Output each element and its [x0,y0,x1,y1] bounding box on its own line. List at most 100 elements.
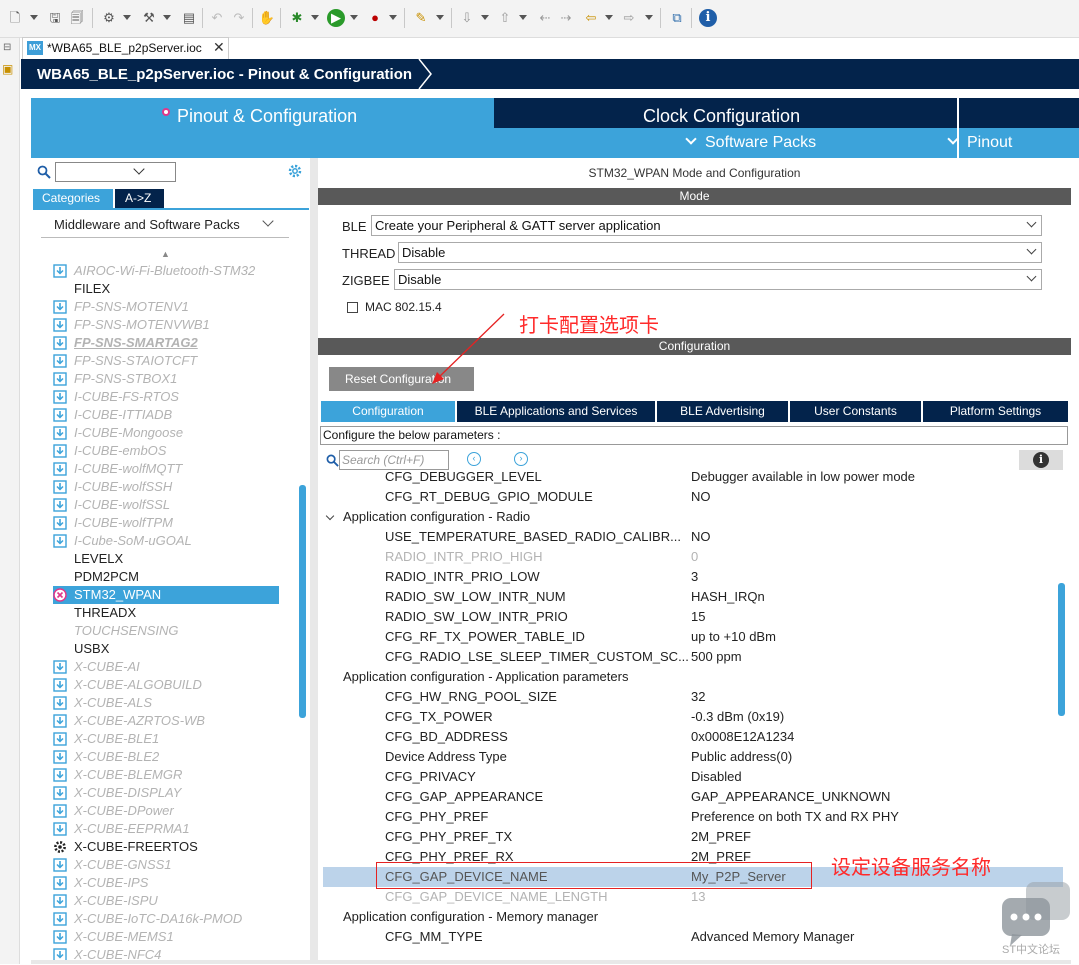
parameter-value[interactable]: Public address(0) [691,749,792,764]
parameter-row[interactable]: CFG_RF_TX_POWER_TABLE_ID up to +10 dBm [318,627,1058,647]
pack-item[interactable]: I-Cube-SoM-uGOAL [53,532,279,550]
pack-item[interactable]: X-CUBE-IPS [53,874,279,892]
search-next-icon[interactable]: › [514,452,528,466]
pinout-menu[interactable]: Pinout [947,133,1012,152]
save-all-icon[interactable]: 🗐 [68,9,86,27]
binary-icon[interactable]: ▤ [180,9,198,27]
mac-802154-checkbox[interactable] [347,302,358,313]
category-search-input[interactable] [55,162,176,182]
pack-item[interactable]: I-CUBE-wolfMQTT [53,460,279,478]
pen-dropdown-icon[interactable] [436,15,444,20]
tab-ble-applications[interactable]: BLE Applications and Services [457,401,655,422]
panel-splitter[interactable] [310,158,318,964]
pack-item[interactable]: X-CUBE-BLEMGR [53,766,279,784]
parameter-row[interactable]: CFG_RT_DEBUG_GPIO_MODULE NO [318,487,1058,507]
pack-item[interactable]: FP-SNS-STBOX1 [53,370,279,388]
pack-item[interactable]: THREADX [53,604,279,622]
parameter-row[interactable]: CFG_DEBUGGER_LEVEL Debugger available in … [318,470,1058,487]
tab-clock-configuration[interactable]: Clock Configuration [643,106,800,127]
scroll-up-icon[interactable]: ▲ [161,249,170,259]
parameter-value[interactable]: 32 [691,689,705,704]
parameter-value[interactable]: Disabled [691,769,742,784]
run-icon[interactable]: ▶ [327,9,345,27]
external-tool-icon[interactable]: ● [366,9,384,27]
parameter-row[interactable]: CFG_MM_TYPE Advanced Memory Manager [318,927,1058,947]
pack-item[interactable]: X-CUBE-FREERTOS [53,838,279,856]
pack-item[interactable]: X-CUBE-ALS [53,694,279,712]
pack-item[interactable]: USBX [53,640,279,658]
undo-icon[interactable]: ↶ [208,9,226,27]
parameter-row[interactable]: RADIO_SW_LOW_INTR_NUM HASH_IRQn [318,587,1058,607]
pack-item[interactable]: LEVELX [53,550,279,568]
pack-item[interactable]: I-CUBE-Mongoose [53,424,279,442]
parameter-value[interactable]: 0 [691,549,698,564]
zigbee-mode-select[interactable]: Disable [394,269,1042,290]
pack-item[interactable]: STM32_WPAN [53,586,279,604]
parameter-info-button[interactable]: i [1019,450,1063,470]
forward-dropdown-icon[interactable] [645,15,653,20]
expand-chevron-icon[interactable] [325,511,335,521]
tab-ble-advertising[interactable]: BLE Advertising [657,401,788,422]
parameter-value[interactable]: NO [691,529,711,544]
hand-icon[interactable]: ✋ [258,9,276,27]
tab-categories[interactable]: Categories [33,189,113,208]
pack-item[interactable]: AIROC-Wi-Fi-Bluetooth-STM32 [53,262,279,280]
pack-item[interactable]: X-CUBE-IoTC-DA16k-PMOD [53,910,279,928]
editor-tab[interactable]: MX *WBA65_BLE_p2pServer.ioc ✕ [22,37,229,59]
pack-item[interactable]: X-CUBE-AI [53,658,279,676]
prev-annotation-icon[interactable]: ⇧ [496,9,514,27]
build-dropdown-icon[interactable] [163,15,171,20]
parameter-group[interactable]: Application configuration - Memory manag… [318,907,1058,927]
pack-item[interactable]: X-CUBE-MEMS1 [53,928,279,946]
pack-item[interactable]: I-CUBE-wolfTPM [53,514,279,532]
pack-item[interactable]: FP-SNS-MOTENVWB1 [53,316,279,334]
section-header[interactable]: Middleware and Software Packs [54,217,240,232]
pack-item[interactable]: PDM2PCM [53,568,279,586]
pack-item[interactable]: FP-SNS-STAIOTCFT [53,352,279,370]
pack-item[interactable]: I-CUBE-embOS [53,442,279,460]
pack-item[interactable]: X-CUBE-GNSS1 [53,856,279,874]
pack-item[interactable]: X-CUBE-EEPRMA1 [53,820,279,838]
run-dropdown-icon[interactable] [350,15,358,20]
parameter-search-input[interactable]: Search (Ctrl+F) [339,450,449,470]
close-icon[interactable]: ✕ [213,39,225,56]
thread-mode-select[interactable]: Disable [398,242,1042,263]
tab-a-z[interactable]: A->Z [115,189,164,208]
build-icon[interactable]: ⚒ [140,9,158,27]
ble-mode-select[interactable]: Create your Peripheral & GATT server app… [371,215,1042,236]
parameter-row[interactable]: USE_TEMPERATURE_BASED_RADIO_CALIBR... NO [318,527,1058,547]
pack-item[interactable]: X-CUBE-DISPLAY [53,784,279,802]
back-dropdown-icon[interactable] [605,15,613,20]
redo-icon[interactable]: ↷ [230,9,248,27]
new-dropdown-icon[interactable] [30,15,38,20]
chevron-down-icon[interactable] [262,215,274,227]
new-icon[interactable]: 🗋 [6,9,24,27]
pack-item[interactable]: FP-SNS-MOTENV1 [53,298,279,316]
tab-configuration[interactable]: Configuration [321,401,455,422]
pack-item[interactable]: FILEX [53,280,279,298]
parameter-value[interactable]: HASH_IRQn [691,589,765,604]
parameter-value[interactable]: Preference on both TX and RX PHY [691,809,899,824]
parameter-group[interactable]: Application configuration - Application … [318,667,1058,687]
last-edit-icon[interactable]: ⇠ [536,9,554,27]
save-icon[interactable]: 🖫 [46,9,64,27]
forward-icon[interactable]: ⇨ [620,9,638,27]
pack-item[interactable]: X-CUBE-AZRTOS-WB [53,712,279,730]
parameter-value[interactable]: 0x0008E12A1234 [691,729,794,744]
pen-icon[interactable]: ✎ [412,9,430,27]
pack-item[interactable]: X-CUBE-ALGOBUILD [53,676,279,694]
parameter-group[interactable]: Application configuration - Radio [318,507,1058,527]
parameter-row[interactable]: CFG_GAP_DEVICE_NAME_LENGTH 13 [318,887,1058,907]
parameter-row[interactable]: RADIO_INTR_PRIO_LOW 3 [318,567,1058,587]
pack-item[interactable]: X-CUBE-BLE2 [53,748,279,766]
parameter-value[interactable]: 3 [691,569,698,584]
debug-dropdown-icon[interactable] [311,15,319,20]
back-icon[interactable]: ⇦ [582,9,600,27]
search-previous-icon[interactable]: ‹ [467,452,481,466]
pack-item[interactable]: I-CUBE-FS-RTOS [53,388,279,406]
restore-icon[interactable]: ⊟ [3,42,11,53]
settings-dropdown-icon[interactable] [123,15,131,20]
pack-list-scrollbar[interactable] [299,485,306,718]
info-icon[interactable]: i [699,9,717,27]
parameter-value[interactable]: GAP_APPEARANCE_UNKNOWN [691,789,890,804]
